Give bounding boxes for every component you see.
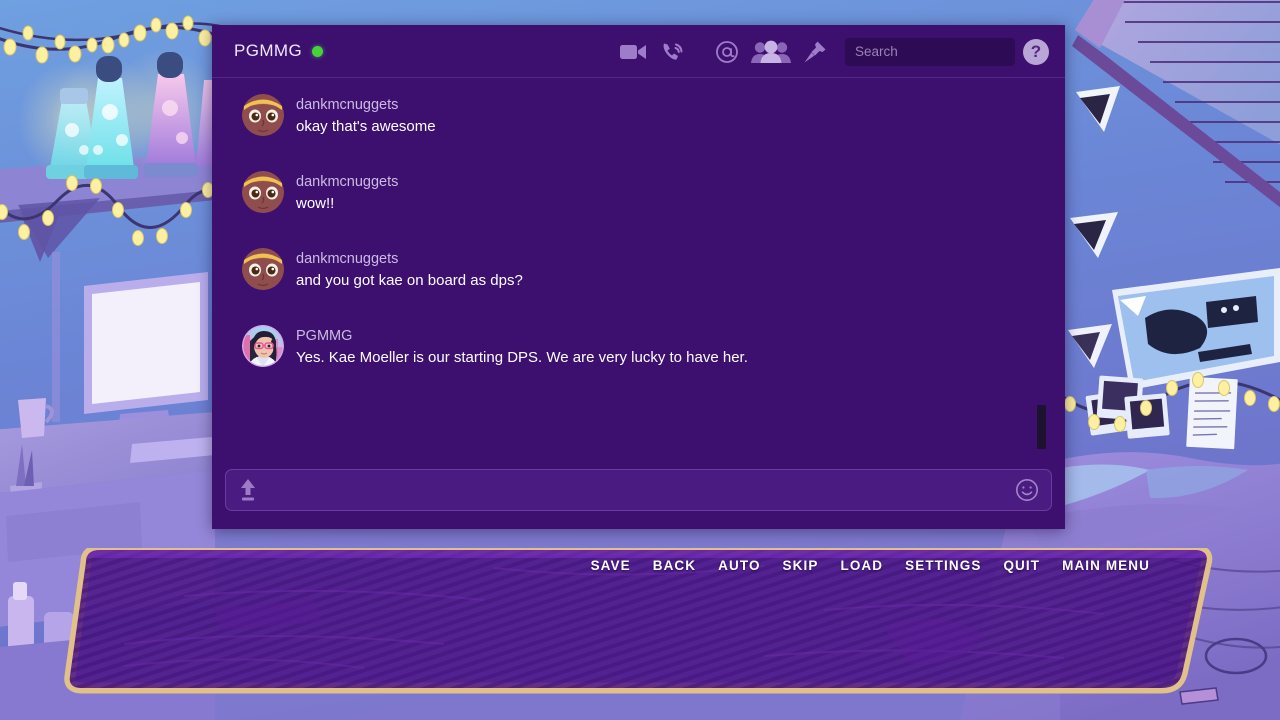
message-author: PGMMG <box>296 328 353 344</box>
chat-window: PGMMG Search ? dankmcnuggets okay that's… <box>212 25 1065 529</box>
message-text: okay that's awesome <box>296 118 436 135</box>
members-icon[interactable] <box>747 32 795 72</box>
mention-at-icon[interactable] <box>707 32 747 72</box>
message-author: dankmcnuggets <box>296 97 399 113</box>
nuggets-face-avatar[interactable] <box>242 94 284 136</box>
server-name: PGMMG <box>234 41 303 60</box>
search-input[interactable] <box>845 37 1015 66</box>
message-text: wow!! <box>296 195 335 212</box>
message-author: dankmcnuggets <box>296 174 399 190</box>
chat-header: PGMMG Search ? <box>212 25 1065 78</box>
nuggets-face-avatar[interactable] <box>242 248 284 290</box>
scrollbar-thumb[interactable] <box>1037 405 1046 450</box>
message-list: dankmcnuggets okay that's awesome dankmc… <box>212 78 1065 461</box>
message-item: dankmcnuggets and you got kae on board a… <box>212 248 1065 291</box>
menu-auto[interactable]: AUTO <box>718 558 760 573</box>
pgmmg-girl-avatar[interactable] <box>242 325 284 367</box>
phone-call-icon[interactable] <box>653 32 693 72</box>
video-camera-icon[interactable] <box>613 32 653 72</box>
menu-back[interactable]: BACK <box>653 558 696 573</box>
message-scrollbar[interactable] <box>1037 86 1046 453</box>
menu-skip[interactable]: SKIP <box>783 558 819 573</box>
upload-arrow-icon[interactable] <box>238 478 258 502</box>
online-status-dot <box>312 45 324 57</box>
message-item: dankmcnuggets wow!! <box>212 171 1065 214</box>
search-box[interactable] <box>845 37 1015 66</box>
message-author: dankmcnuggets <box>296 251 399 267</box>
emoji-smiley-icon[interactable] <box>1015 478 1039 502</box>
menu-quit[interactable]: QUIT <box>1003 558 1040 573</box>
composer-area <box>212 461 1065 529</box>
message-text: and you got kae on board as dps? <box>296 272 523 289</box>
message-text: Yes. Kae Moeller is our starting DPS. We… <box>296 349 748 366</box>
message-item: dankmcnuggets okay that's awesome <box>212 94 1065 137</box>
dialogue-box[interactable]: SAVE BACK AUTO SKIP LOAD SETTINGS QUIT M… <box>64 548 1224 696</box>
header-toolbar: ? <box>613 25 1055 78</box>
menu-settings[interactable]: SETTINGS <box>905 558 981 573</box>
pin-icon[interactable] <box>795 32 835 72</box>
menu-load[interactable]: LOAD <box>840 558 883 573</box>
menu-save[interactable]: SAVE <box>591 558 631 573</box>
message-composer[interactable] <box>225 469 1052 511</box>
menu-main-menu[interactable]: MAIN MENU <box>1062 558 1150 573</box>
message-item: PGMMG Yes. Kae Moeller is our starting D… <box>212 325 1065 368</box>
help-button[interactable]: ? <box>1023 38 1049 65</box>
composer-input[interactable] <box>258 482 1015 498</box>
nuggets-face-avatar[interactable] <box>242 171 284 213</box>
vn-menu-bar: SAVE BACK AUTO SKIP LOAD SETTINGS QUIT M… <box>64 558 1224 573</box>
